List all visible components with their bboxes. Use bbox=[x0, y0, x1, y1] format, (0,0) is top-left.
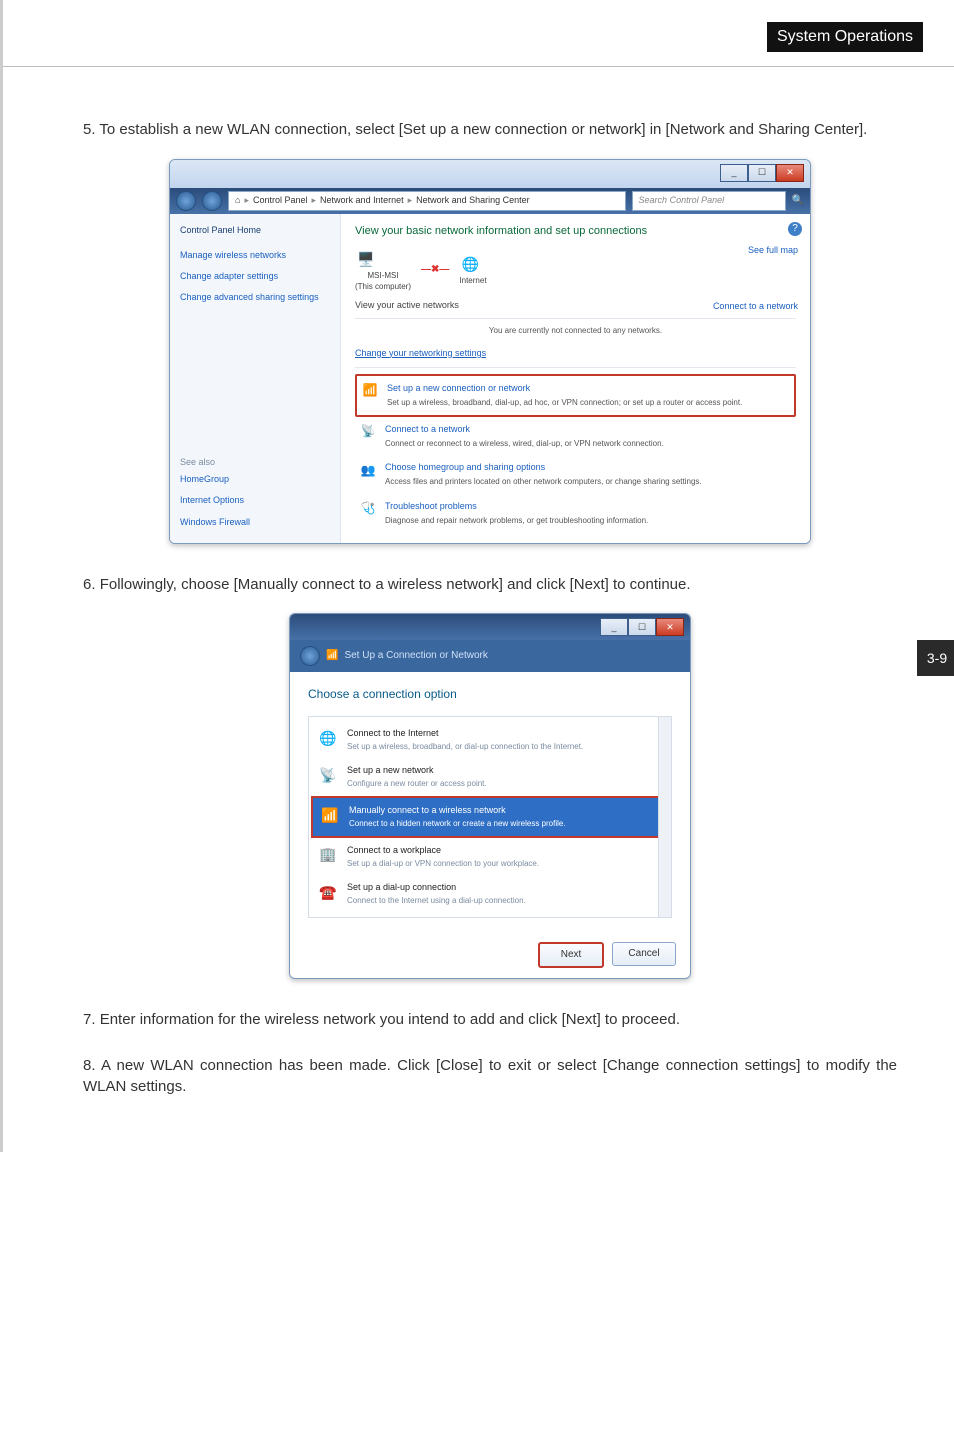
step-5: 5. To establish a new WLAN connection, s… bbox=[83, 119, 897, 141]
computer-icon: 🖥️ bbox=[355, 248, 377, 270]
change-networking-settings-link[interactable]: Change your networking settings bbox=[355, 348, 486, 358]
option-setup-new-network[interactable]: 📡 Set up a new network Configure a new r… bbox=[311, 758, 669, 796]
dialog-close-button[interactable]: ✕ bbox=[656, 618, 684, 636]
see-also-homegroup[interactable]: HomeGroup bbox=[180, 473, 330, 486]
step-7: 7. Enter information for the wireless ne… bbox=[83, 1009, 897, 1031]
opt-title-4: Set up a dial-up connection bbox=[347, 881, 526, 894]
step-8-text: A new WLAN connection has been made. Cli… bbox=[83, 1057, 897, 1096]
cancel-button[interactable]: Cancel bbox=[612, 942, 676, 966]
troubleshoot-icon: 🩺 bbox=[359, 500, 377, 518]
crumb-network-sharing[interactable]: Network and Sharing Center bbox=[416, 194, 530, 207]
internet-label: Internet bbox=[459, 275, 486, 287]
task-desc-0: Set up a wireless, broadband, dial-up, a… bbox=[387, 397, 742, 409]
search-icon: 🔍 bbox=[792, 194, 804, 209]
connection-option-list: 🌐 Connect to the Internet Set up a wirel… bbox=[308, 716, 672, 918]
window-minimize-button[interactable]: _ bbox=[720, 164, 748, 182]
see-also-windows-firewall[interactable]: Windows Firewall bbox=[180, 516, 330, 529]
opt-desc-4: Connect to the Internet using a dial-up … bbox=[347, 895, 526, 907]
see-full-map-link[interactable]: See full map bbox=[748, 244, 798, 257]
task-troubleshoot[interactable]: 🩺 Troubleshoot problems Diagnose and rep… bbox=[355, 494, 796, 533]
task-title-0: Set up a new connection or network bbox=[387, 382, 742, 395]
step-8: 8. A new WLAN connection has been made. … bbox=[83, 1055, 897, 1099]
nav-back-button[interactable] bbox=[176, 191, 196, 211]
opt-title-2: Manually connect to a wireless network bbox=[349, 804, 566, 817]
step-5-num: 5. bbox=[83, 121, 96, 138]
option-connect-internet[interactable]: 🌐 Connect to the Internet Set up a wirel… bbox=[311, 721, 669, 759]
setup-connection-dialog: _ ☐ ✕ 📶 Set Up a Connection or Network C… bbox=[289, 613, 691, 979]
step-5-text: To establish a new WLAN connection, sele… bbox=[99, 121, 867, 138]
internet-icon: 🌐 bbox=[317, 727, 339, 749]
opt-title-3: Connect to a workplace bbox=[347, 844, 539, 857]
next-button[interactable]: Next bbox=[538, 942, 604, 968]
connect-to-network-link[interactable]: Connect to a network bbox=[713, 300, 798, 313]
homegroup-icon: 👥 bbox=[359, 461, 377, 479]
option-manually-connect-wireless[interactable]: 📶 Manually connect to a wireless network… bbox=[311, 796, 669, 838]
connect-network-icon: 📡 bbox=[359, 423, 377, 441]
task-desc-3: Diagnose and repair network problems, or… bbox=[385, 515, 648, 527]
task-connect-network[interactable]: 📡 Connect to a network Connect or reconn… bbox=[355, 417, 796, 456]
breadcrumb[interactable]: ⌂ ▸ Control Panel ▸ Network and Internet… bbox=[228, 191, 626, 211]
wizard-title: Set Up a Connection or Network bbox=[344, 649, 487, 664]
wireless-icon: 📶 bbox=[319, 804, 341, 826]
step-7-num: 7. bbox=[83, 1011, 96, 1028]
task-title-3: Troubleshoot problems bbox=[385, 500, 648, 513]
network-sharing-center-window: _ ☐ ✕ ⌂ ▸ Control Panel ▸ Network and In… bbox=[169, 159, 811, 544]
window-maximize-button[interactable]: ☐ bbox=[748, 164, 776, 182]
opt-desc-1: Configure a new router or access point. bbox=[347, 778, 487, 790]
task-setup-new-connection[interactable]: 📶 Set up a new connection or network Set… bbox=[355, 374, 796, 417]
dialog-maximize-button[interactable]: ☐ bbox=[628, 618, 656, 636]
computer-label: MSI-MSI bbox=[355, 270, 411, 282]
search-input[interactable]: Search Control Panel bbox=[632, 191, 786, 211]
option-dialup[interactable]: ☎️ Set up a dial-up connection Connect t… bbox=[311, 875, 669, 913]
nav-forward-button[interactable] bbox=[202, 191, 222, 211]
step-6-text: Followingly, choose [Manually connect to… bbox=[100, 576, 691, 593]
workplace-icon: 🏢 bbox=[317, 844, 339, 866]
dialup-icon: ☎️ bbox=[317, 881, 339, 903]
opt-title-1: Set up a new network bbox=[347, 764, 487, 777]
setup-connection-icon: 📶 bbox=[361, 382, 379, 400]
not-connected-text: You are currently not connected to any n… bbox=[355, 325, 796, 337]
router-icon: 📡 bbox=[317, 764, 339, 786]
option-connect-workplace[interactable]: 🏢 Connect to a workplace Set up a dial-u… bbox=[311, 838, 669, 876]
step-7-text: Enter information for the wireless netwo… bbox=[100, 1011, 680, 1028]
see-also-internet-options[interactable]: Internet Options bbox=[180, 494, 330, 507]
task-title-1: Connect to a network bbox=[385, 423, 664, 436]
opt-desc-2: Connect to a hidden network or create a … bbox=[349, 818, 566, 830]
dialog-minimize-button[interactable]: _ bbox=[600, 618, 628, 636]
section-title: System Operations bbox=[767, 22, 923, 52]
task-desc-2: Access files and printers located on oth… bbox=[385, 476, 702, 488]
dialog-heading: Choose a connection option bbox=[308, 686, 672, 703]
crumb-control-panel[interactable]: Control Panel bbox=[253, 194, 308, 207]
opt-desc-0: Set up a wireless, broadband, or dial-up… bbox=[347, 741, 583, 753]
scrollbar[interactable] bbox=[658, 717, 671, 917]
task-desc-1: Connect or reconnect to a wireless, wire… bbox=[385, 438, 664, 450]
sidebar-change-sharing[interactable]: Change advanced sharing settings bbox=[180, 291, 330, 304]
step-6-num: 6. bbox=[83, 576, 96, 593]
window-close-button[interactable]: ✕ bbox=[776, 164, 804, 182]
help-icon[interactable]: ? bbox=[788, 222, 802, 236]
wizard-back-button[interactable] bbox=[300, 646, 320, 666]
disconnected-icon: —✖— bbox=[421, 263, 449, 278]
globe-icon: 🌐 bbox=[459, 253, 481, 275]
sidebar-manage-wireless[interactable]: Manage wireless networks bbox=[180, 249, 330, 262]
breadcrumb-root-icon: ⌂ bbox=[235, 194, 240, 207]
page-number-tab: 3-9 bbox=[917, 640, 954, 676]
sidebar-home[interactable]: Control Panel Home bbox=[180, 224, 330, 237]
computer-sublabel: (This computer) bbox=[355, 281, 411, 293]
opt-title-0: Connect to the Internet bbox=[347, 727, 583, 740]
crumb-network-internet[interactable]: Network and Internet bbox=[320, 194, 404, 207]
antenna-icon: 📶 bbox=[326, 649, 338, 664]
see-also-header: See also bbox=[180, 456, 330, 469]
step-8-num: 8. bbox=[83, 1057, 96, 1074]
task-title-2: Choose homegroup and sharing options bbox=[385, 461, 702, 474]
task-homegroup[interactable]: 👥 Choose homegroup and sharing options A… bbox=[355, 455, 796, 494]
opt-desc-3: Set up a dial-up or VPN connection to yo… bbox=[347, 858, 539, 870]
main-heading: View your basic network information and … bbox=[355, 224, 796, 240]
step-6: 6. Followingly, choose [Manually connect… bbox=[83, 574, 897, 596]
sidebar-change-adapter[interactable]: Change adapter settings bbox=[180, 270, 330, 283]
